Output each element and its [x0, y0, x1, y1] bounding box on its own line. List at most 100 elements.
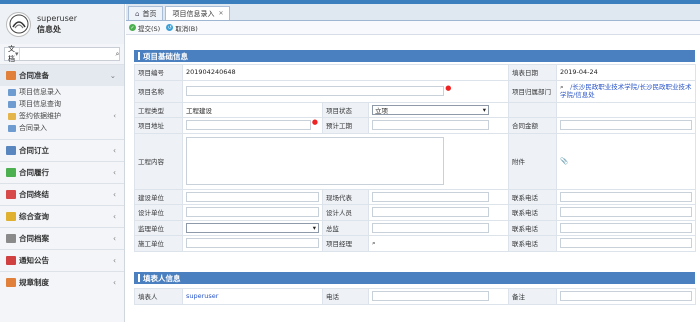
label-content: 工程内容 — [134, 132, 183, 190]
sidebar-item-basis-maintenance[interactable]: 签约依据维护 ‹ — [0, 110, 124, 122]
value-project-type: 工程建设 — [182, 101, 323, 118]
sidebar-item-contract-entry[interactable]: 合同录入 — [0, 122, 124, 134]
sidebar-group-contract-end[interactable]: 合同终结 ‹ — [0, 183, 124, 205]
book-icon — [6, 146, 16, 155]
required-mark: ● — [311, 118, 319, 127]
submit-label: 提交(S) — [138, 24, 161, 33]
tab-bar: ⌂ 首页 项目信息录入 ✕ — [126, 4, 700, 21]
sidebar-group-contract-sign[interactable]: 合同订立 ‹ — [0, 139, 124, 161]
main-content: ⌂ 首页 项目信息录入 ✕ ✓ 提交(S) ↺ 取消(B) 项目基础信息 项目编… — [126, 4, 700, 322]
label-remark: 备注 — [508, 288, 557, 305]
tab-home[interactable]: ⌂ 首页 — [128, 6, 164, 20]
sidebar-group-label: 合同档案 — [19, 234, 49, 243]
label-supervise-unit: 监理单位 — [134, 219, 183, 236]
est-duration-input[interactable] — [372, 120, 490, 131]
search-icon[interactable]: ⌕ — [372, 239, 380, 247]
sidebar-group-label: 合同订立 — [19, 146, 49, 155]
sidebar-item-label: 合同录入 — [19, 124, 47, 132]
label-phone-4: 联系电话 — [508, 235, 558, 252]
search-icon[interactable]: ⌕ — [560, 83, 568, 91]
supervise-unit-select[interactable]: ▾ — [186, 222, 319, 233]
sidebar-item-label: 项目信息查询 — [19, 100, 61, 108]
close-icon[interactable]: ✕ — [218, 10, 223, 17]
label-phone-2: 联系电话 — [508, 204, 558, 221]
paperclip-icon[interactable]: 📎 — [560, 157, 568, 165]
sidebar-group-contract-prep[interactable]: 合同准备 ⌄ — [0, 64, 124, 86]
project-status-value: 立项 — [375, 106, 388, 115]
book-icon — [6, 71, 16, 80]
avatar[interactable] — [6, 11, 31, 37]
archive-icon — [6, 234, 16, 243]
search-icon[interactable]: ⌕ — [116, 50, 120, 59]
toolbar: ✓ 提交(S) ↺ 取消(B) — [126, 21, 700, 35]
label-contract-amount: 合同金额 — [508, 117, 558, 134]
label-project-type: 工程类型 — [134, 101, 183, 118]
construct-unit-input[interactable] — [186, 238, 319, 249]
contract-amount-input[interactable] — [560, 120, 693, 131]
search-input[interactable] — [18, 48, 116, 60]
label-construct-unit: 施工单位 — [134, 235, 183, 252]
chevron-left-icon: ‹ — [113, 234, 116, 243]
sidebar-group-contract-perform[interactable]: 合同履行 ‹ — [0, 161, 124, 183]
phone-input-3[interactable] — [560, 222, 693, 233]
tab-label: 首页 — [142, 9, 157, 18]
document-icon — [8, 88, 16, 96]
submit-button[interactable]: ✓ 提交(S) — [129, 23, 160, 33]
search-scope-select[interactable]: 文档 — [5, 44, 15, 64]
label-build-unit: 建设单位 — [134, 188, 183, 205]
sidebar-item-label: 签约依据维护 — [19, 112, 61, 120]
filler-form: 填表人 superuser 电话 备注 — [134, 288, 696, 305]
cancel-label: 取消(B) — [175, 24, 198, 33]
chevron-left-icon: ‹ — [113, 190, 116, 199]
user-box: superuser 信息处 — [0, 4, 124, 44]
notice-icon — [6, 256, 16, 265]
label-project-manager: 项目经理 — [322, 235, 369, 252]
sidebar-group-archive[interactable]: 合同档案 ‹ — [0, 227, 124, 249]
project-status-select[interactable]: 立项 ▾ — [372, 104, 490, 115]
label-dept: 项目归属部门 — [508, 79, 558, 103]
sidebar: superuser 信息处 文档 ▾ ⌕ 合同准备 ⌄ 项目信息录入 项目信息查… — [0, 4, 125, 322]
cancel-button[interactable]: ↺ 取消(B) — [166, 23, 198, 33]
chevron-down-icon: ⌄ — [109, 71, 116, 80]
phone-input-4[interactable] — [560, 238, 693, 249]
sidebar-item-project-query[interactable]: 项目信息查询 — [0, 98, 124, 110]
sidebar-group-notice[interactable]: 通知公告 ‹ — [0, 249, 124, 271]
sidebar-group-rules[interactable]: 规章制度 ‹ — [0, 271, 124, 293]
label-phone-1: 联系电话 — [508, 188, 558, 205]
tab-project-entry[interactable]: 项目信息录入 ✕ — [165, 6, 231, 20]
label-fill-date: 填表日期 — [508, 64, 558, 81]
remark-input[interactable] — [560, 291, 692, 302]
label-filler: 填表人 — [134, 288, 183, 305]
filler-phone-input[interactable] — [372, 291, 490, 302]
tab-label: 项目信息录入 — [172, 9, 215, 18]
chevron-down-icon: ▾ — [312, 223, 316, 232]
value-fill-date: 2019-04-24 — [556, 64, 697, 81]
chevron-left-icon: ‹ — [113, 256, 116, 265]
home-icon: ⌂ — [135, 9, 140, 18]
leaf-icon — [6, 168, 16, 177]
sidebar-group-label: 合同终结 — [19, 190, 49, 199]
sidebar-search: 文档 ▾ ⌕ — [4, 44, 120, 64]
chevron-left-icon: ‹ — [113, 278, 116, 287]
build-unit-input[interactable] — [186, 191, 319, 202]
address-input[interactable] — [186, 120, 312, 131]
site-rep-input[interactable] — [372, 191, 490, 202]
phone-input-2[interactable] — [560, 207, 693, 218]
section-title: 项目基础信息 — [143, 51, 188, 61]
value-project-no: 201904240648 — [181, 64, 510, 81]
section-header-basic: 项目基础信息 — [134, 50, 695, 62]
sidebar-group-query[interactable]: 综合查询 ‹ — [0, 205, 124, 227]
designer-input[interactable] — [372, 207, 490, 218]
project-basic-form: 项目编号 201904240648 填表日期 2019-04-24 项目名称 ●… — [134, 64, 697, 252]
project-name-input[interactable] — [186, 86, 445, 96]
label-filler-phone: 电话 — [322, 288, 369, 305]
sidebar-item-project-entry[interactable]: 项目信息录入 — [0, 86, 124, 98]
content-textarea[interactable] — [186, 137, 445, 185]
chief-supervisor-input[interactable] — [372, 222, 490, 233]
label-project-no: 项目编号 — [134, 64, 183, 81]
value-dept[interactable]: /长沙民政职业技术学院/长沙民政职业技术学院/信息处 — [560, 83, 691, 99]
phone-input-1[interactable] — [560, 191, 693, 202]
label-design-unit: 设计单位 — [134, 204, 183, 221]
label-project-status: 项目状态 — [322, 101, 369, 118]
design-unit-input[interactable] — [186, 207, 319, 218]
